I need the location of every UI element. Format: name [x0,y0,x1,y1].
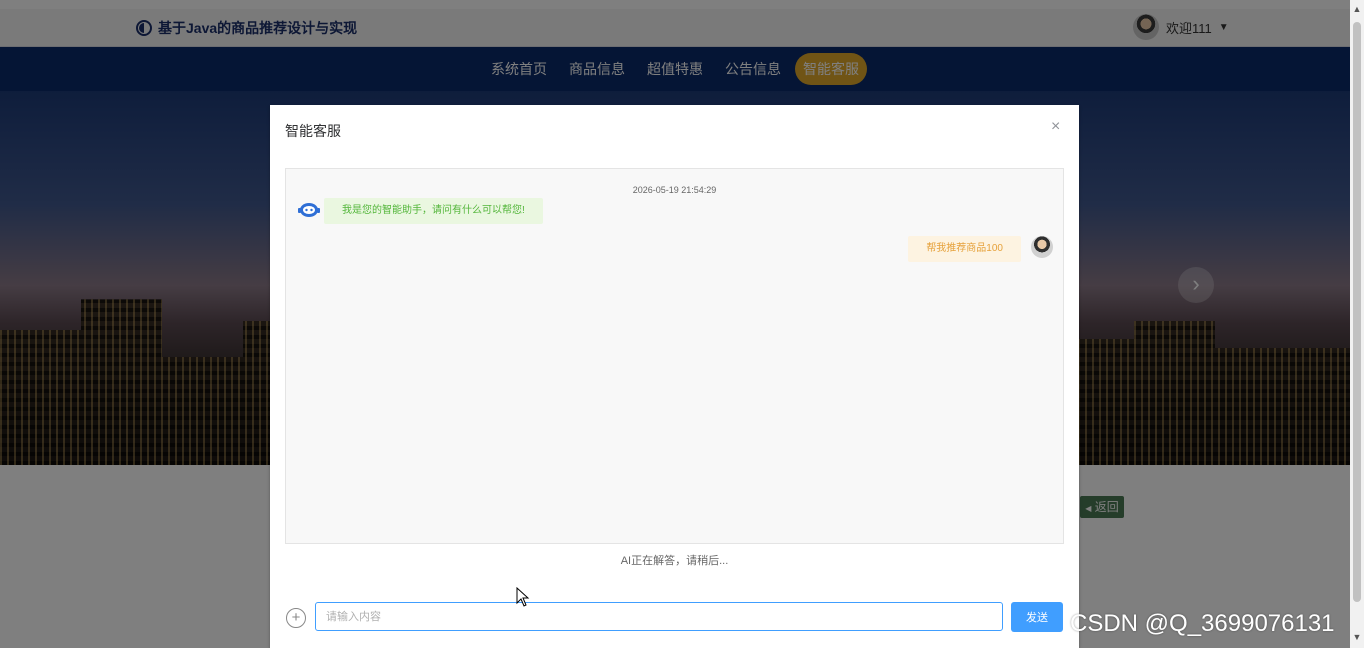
message-timestamp: 2026-05-19 21:54:29 [632,185,717,195]
message-input[interactable] [315,602,1003,631]
close-icon[interactable]: × [1051,118,1060,136]
scroll-up-icon[interactable]: ▲ [1350,4,1364,16]
user-avatar [1031,236,1053,258]
scroll-down-icon[interactable]: ▼ [1350,632,1364,644]
bot-message: 我是您的智能助手，请问有什么可以帮您! [324,198,543,224]
add-attachment-icon[interactable]: + [286,608,306,628]
watermark: CSDN @Q_3699076131 [1070,610,1335,637]
chat-dialog: 智能客服 × 2026-05-19 21:54:29 我是您的智能助手，请问有什… [270,105,1079,648]
ai-status-text: AI正在解答，请稍后... [620,555,729,567]
chat-messages[interactable]: 2026-05-19 21:54:29 我是您的智能助手，请问有什么可以帮您! … [285,168,1064,544]
robot-icon [298,203,320,217]
scrollbar-thumb[interactable] [1353,22,1361,602]
send-button[interactable]: 发送 [1011,602,1063,632]
mouse-cursor-icon [516,587,530,607]
dialog-title: 智能客服 [285,123,341,139]
user-message: 帮我推荐商品100 [908,236,1021,262]
scrollbar[interactable]: ▲ ▼ [1350,0,1364,648]
